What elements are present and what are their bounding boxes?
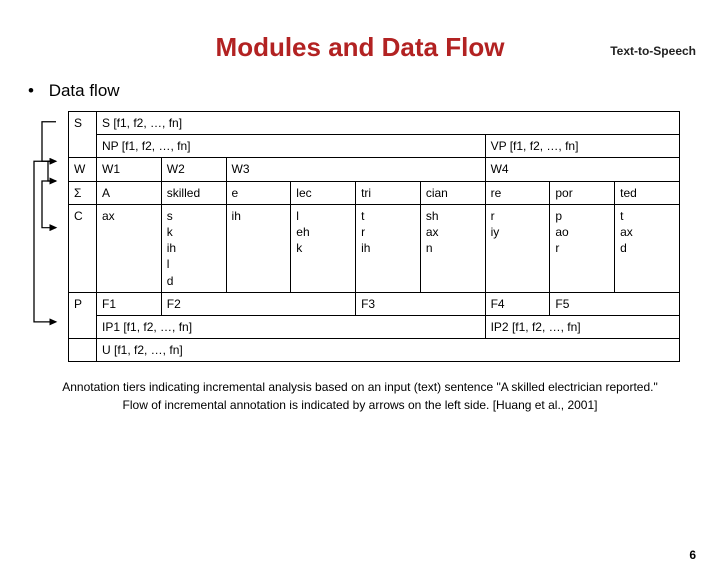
annotation-tiers-table: S S [f1, f2, …, fn] NP [f1, f2, …, fn] V… [68,111,680,362]
cell-c-2: skihld [161,204,226,292]
tier-label-U-empty [69,339,97,362]
tier-C: C ax skihld ih lehk trih shaxn riy paor … [69,204,680,292]
tier-label-S: S [69,112,97,158]
cell-c-7: riy [485,204,550,292]
cell-F1: F1 [97,292,162,315]
cell-sg-9: ted [615,181,680,204]
cell-sg-6: cian [420,181,485,204]
cell-sg-2: skilled [161,181,226,204]
cell-NP: NP [f1, f2, …, fn] [97,135,486,158]
tier-S-row2: NP [f1, f2, …, fn] VP [f1, f2, …, fn] [69,135,680,158]
cell-c-5: trih [356,204,421,292]
tier-F: P F1 F2 F3 F4 F5 [69,292,680,315]
flow-arrows [28,111,68,362]
cell-F5: F5 [550,292,680,315]
cell-F4: F4 [485,292,550,315]
cell-c-6: shaxn [420,204,485,292]
cell-IP1: IP1 [f1, f2, …, fn] [97,315,486,338]
cell-c-1: ax [97,204,162,292]
cell-W3: W3 [226,158,485,181]
cell-W1: W1 [97,158,162,181]
tier-label-C: C [69,204,97,292]
cell-sg-7: re [485,181,550,204]
cell-S-full: S [f1, f2, …, fn] [97,112,680,135]
header-topic: Text-to-Speech [610,44,696,58]
cell-F2: F2 [161,292,355,315]
bullet-dataflow: • Data flow [28,81,720,101]
caption-line2: Flow of incremental annotation is indica… [123,398,598,412]
cell-sg-4: lec [291,181,356,204]
caption-line1: Annotation tiers indicating incremental … [62,380,658,394]
cell-sg-5: tri [356,181,421,204]
tier-label-P: P [69,292,97,338]
tier-S-row1: S S [f1, f2, …, fn] [69,112,680,135]
cell-W4: W4 [485,158,679,181]
tier-P: IP1 [f1, f2, …, fn] IP2 [f1, f2, …, fn] [69,315,680,338]
caption: Annotation tiers indicating incremental … [20,378,700,414]
tier-W: W W1 W2 W3 W4 [69,158,680,181]
tier-Sigma: Σ A skilled e lec tri cian re por ted [69,181,680,204]
cell-W2: W2 [161,158,226,181]
cell-sg-8: por [550,181,615,204]
cell-sg-3: e [226,181,291,204]
cell-IP2: IP2 [f1, f2, …, fn] [485,315,679,338]
cell-c-8: paor [550,204,615,292]
cell-c-9: taxd [615,204,680,292]
tier-U: U [f1, f2, …, fn] [69,339,680,362]
cell-U: U [f1, f2, …, fn] [97,339,680,362]
tier-label-Sigma: Σ [69,181,97,204]
cell-VP: VP [f1, f2, …, fn] [485,135,679,158]
page-number: 6 [689,548,696,562]
cell-c-4: lehk [291,204,356,292]
tier-label-W: W [69,158,97,181]
bullet-dot: • [28,81,34,100]
bullet-text: Data flow [49,81,120,100]
cell-F3: F3 [356,292,486,315]
cell-c-3: ih [226,204,291,292]
cell-sg-1: A [97,181,162,204]
